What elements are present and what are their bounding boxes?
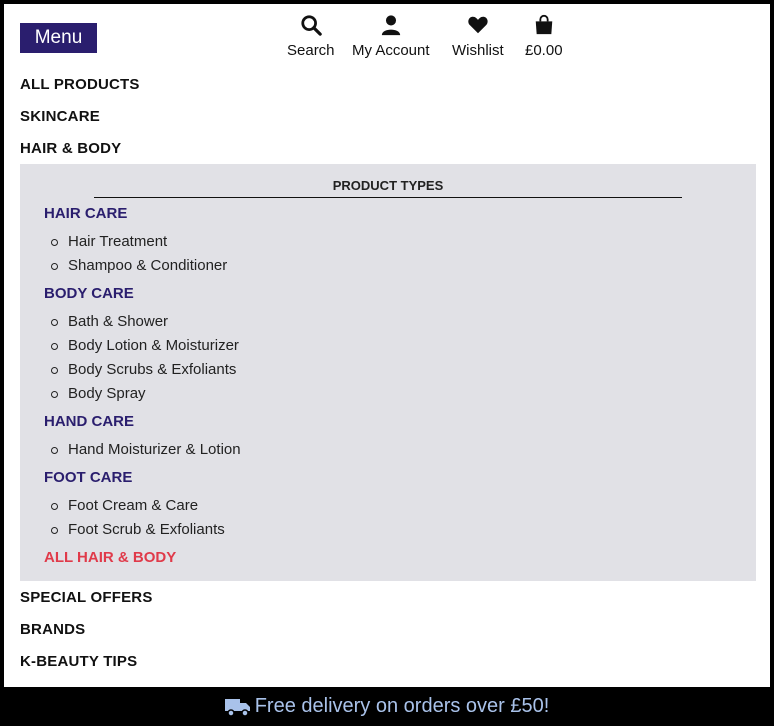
page-frame: Menu Search My Account Wishlist £0.00 AL… — [4, 4, 770, 687]
cart-total: £0.00 — [525, 42, 563, 59]
subcategory-item[interactable]: Hair Treatment — [51, 233, 168, 250]
bullet-icon — [51, 447, 58, 454]
search-label: Search — [287, 42, 335, 59]
bullet-icon — [51, 391, 58, 398]
nav-special-offers[interactable]: SPECIAL OFFERS — [20, 589, 153, 606]
subcategory-item[interactable]: Foot Cream & Care — [51, 497, 199, 514]
bullet-icon — [51, 319, 58, 326]
nav-kbeauty-tips[interactable]: K-BEAUTY TIPS — [20, 653, 137, 670]
wishlist-link[interactable]: Wishlist — [452, 14, 504, 59]
subcategory-item[interactable]: Foot Scrub & Exfoliants — [51, 521, 225, 538]
heart-icon — [468, 16, 488, 34]
nav-all-products[interactable]: ALL PRODUCTS — [20, 76, 140, 93]
nav-hair-body[interactable]: HAIR & BODY — [20, 140, 121, 157]
cart-link[interactable]: £0.00 — [525, 14, 563, 59]
subcategory-label: Bath & Shower — [68, 313, 169, 330]
subcategory-label: Shampoo & Conditioner — [68, 257, 228, 274]
subcategory-label: Body Lotion & Moisturizer — [68, 337, 239, 354]
all-hair-body-link[interactable]: ALL HAIR & BODY — [44, 549, 176, 566]
bullet-icon — [51, 503, 58, 510]
bullet-icon — [51, 527, 58, 534]
search-link[interactable]: Search — [287, 14, 335, 59]
bullet-icon — [51, 343, 58, 350]
delivery-banner: Free delivery on orders over £50! — [0, 687, 774, 726]
banner-text: Free delivery on orders over £50! — [254, 695, 550, 717]
subcategory-item[interactable]: Bath & Shower — [51, 313, 169, 330]
subcategory-label: Body Spray — [68, 385, 146, 402]
bullet-icon — [51, 263, 58, 270]
user-icon — [381, 15, 400, 36]
subcategory-label: Foot Scrub & Exfoliants — [68, 521, 225, 538]
bullet-icon — [51, 239, 58, 246]
bullet-icon — [51, 367, 58, 374]
subcategory-label: Hand Moisturizer & Lotion — [68, 441, 241, 458]
category-body-care[interactable]: BODY CARE — [44, 285, 134, 302]
subcategory-item[interactable]: Body Spray — [51, 385, 146, 402]
category-hand-care[interactable]: HAND CARE — [44, 413, 134, 430]
subcategory-label: Hair Treatment — [68, 233, 168, 250]
nav-brands[interactable]: BRANDS — [20, 621, 85, 638]
wishlist-label: Wishlist — [452, 42, 504, 59]
category-hair-care[interactable]: HAIR CARE — [44, 205, 127, 222]
truck-icon — [224, 698, 250, 717]
account-link[interactable]: My Account — [352, 14, 430, 59]
search-icon — [301, 15, 322, 36]
header-icons: Search My Account Wishlist £0.00 — [4, 14, 770, 64]
account-label: My Account — [352, 42, 430, 59]
product-types-heading: PRODUCT TYPES — [94, 178, 682, 198]
shopping-bag-icon — [535, 14, 553, 35]
subcategory-label: Foot Cream & Care — [68, 497, 199, 514]
subcategory-item[interactable]: Body Scrubs & Exfoliants — [51, 361, 237, 378]
nav-skincare[interactable]: SKINCARE — [20, 108, 100, 125]
subcategory-label: Body Scrubs & Exfoliants — [68, 361, 237, 378]
hair-body-dropdown: PRODUCT TYPES HAIR CARE Hair Treatment S… — [20, 164, 756, 581]
subcategory-item[interactable]: Body Lotion & Moisturizer — [51, 337, 239, 354]
subcategory-item[interactable]: Shampoo & Conditioner — [51, 257, 228, 274]
subcategory-item[interactable]: Hand Moisturizer & Lotion — [51, 441, 241, 458]
category-foot-care[interactable]: FOOT CARE — [44, 469, 132, 486]
